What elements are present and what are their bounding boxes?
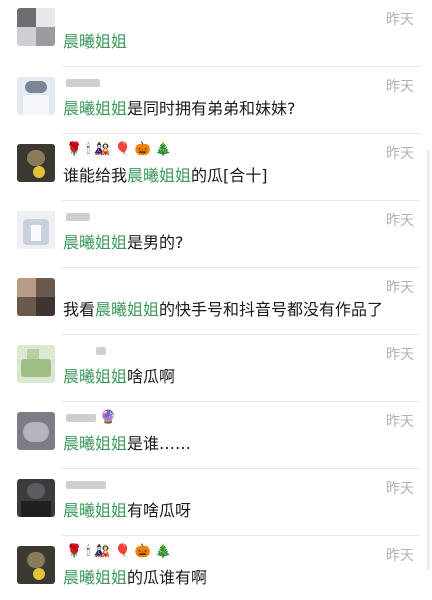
comment-text: 晨曦姐姐是谁…… <box>63 434 192 453</box>
avatar[interactable] <box>17 546 55 584</box>
timestamp: 昨天 <box>386 280 414 296</box>
blurred-name <box>66 414 96 422</box>
comment-text: 晨曦姐姐 <box>63 28 127 52</box>
mention-link[interactable]: 晨曦姐姐 <box>63 434 127 453</box>
nickname: 🔮 <box>66 409 116 427</box>
avatar[interactable] <box>17 412 55 450</box>
comment-text: 晨曦姐姐是男的? <box>63 233 184 252</box>
blurred-name <box>66 213 90 221</box>
mention-link[interactable]: 晨曦姐姐 <box>95 300 159 319</box>
list-item[interactable]: 昨天 晨曦姐姐是同时拥有弟弟和妹妹? <box>0 67 432 134</box>
emoji-nickname: 🌹 🕯 🎎 🎈 🎃 🎄 <box>66 142 172 157</box>
comment-text: 我看晨曦姐姐的快手号和抖音号都没有作品了 <box>63 300 384 319</box>
avatar[interactable] <box>17 144 55 182</box>
comment-list: 昨天 晨曦姐姐 昨天 晨曦姐姐是同时拥有弟弟和妹妹? 🌹 🕯 🎎 🎈 🎃 🎄 昨… <box>0 0 432 600</box>
comment-text: 晨曦姐姐啥瓜啊 <box>63 367 176 386</box>
mention-link[interactable]: 晨曦姐姐 <box>63 367 127 386</box>
avatar[interactable] <box>17 278 55 316</box>
timestamp: 昨天 <box>386 548 414 564</box>
comment-text: 晨曦姐姐有啥瓜呀 <box>63 501 192 520</box>
scrollbar[interactable] <box>427 150 430 570</box>
avatar[interactable] <box>17 211 55 249</box>
nickname: 🌹 🕯 🎎 🎈 🎃 🎄 <box>66 543 171 561</box>
avatar[interactable] <box>17 77 55 115</box>
blurred-name <box>96 347 106 355</box>
list-item[interactable]: 🔮 昨天 晨曦姐姐是谁…… <box>0 402 432 469</box>
blurred-name <box>66 481 106 489</box>
mention-link[interactable]: 晨曦姐姐 <box>63 32 127 51</box>
timestamp: 昨天 <box>386 146 414 162</box>
mention-link[interactable]: 晨曦姐姐 <box>63 99 127 118</box>
timestamp: 昨天 <box>386 414 414 430</box>
timestamp: 昨天 <box>386 79 414 95</box>
mention-link[interactable]: 晨曦姐姐 <box>127 166 191 185</box>
list-item[interactable]: 昨天 晨曦姐姐有啥瓜呀 <box>0 469 432 536</box>
emoji-nickname: 🌹 🕯 🎎 🎈 🎃 🎄 <box>66 544 172 559</box>
timestamp: 昨天 <box>386 213 414 229</box>
comment-text: 晨曦姐姐的瓜谁有啊 <box>63 568 208 587</box>
mention-link[interactable]: 晨曦姐姐 <box>63 568 127 587</box>
comment-text: 晨曦姐姐是同时拥有弟弟和妹妹? <box>63 99 296 118</box>
timestamp: 昨天 <box>386 12 414 28</box>
timestamp: 昨天 <box>386 347 414 363</box>
nickname <box>66 74 100 92</box>
list-item[interactable]: 昨天 晨曦姐姐 <box>0 0 432 67</box>
timestamp: 昨天 <box>386 481 414 497</box>
comment-text: 谁能给我晨曦姐姐的瓜[合十] <box>63 166 268 185</box>
list-item[interactable]: 昨天 晨曦姐姐是男的? <box>0 201 432 268</box>
emoji-nickname: 🔮 <box>100 410 117 425</box>
list-item[interactable]: 昨天 晨曦姐姐啥瓜啊 <box>0 335 432 402</box>
mention-link[interactable]: 晨曦姐姐 <box>63 501 127 520</box>
avatar[interactable] <box>17 8 55 46</box>
avatar[interactable] <box>17 479 55 517</box>
list-item[interactable]: 昨天 我看晨曦姐姐的快手号和抖音号都没有作品了 <box>0 268 432 335</box>
list-item[interactable]: 🌹 🕯 🎎 🎈 🎃 🎄 昨天 谁能给我晨曦姐姐的瓜[合十] <box>0 134 432 201</box>
mention-link[interactable]: 晨曦姐姐 <box>63 233 127 252</box>
avatar[interactable] <box>17 345 55 383</box>
nickname <box>66 476 106 494</box>
nickname <box>66 208 90 226</box>
list-item[interactable]: 🌹 🕯 🎎 🎈 🎃 🎄 昨天 晨曦姐姐的瓜谁有啊 <box>0 536 432 600</box>
blurred-name <box>66 79 100 87</box>
nickname <box>66 342 106 360</box>
nickname: 🌹 🕯 🎎 🎈 🎃 🎄 <box>66 141 171 159</box>
